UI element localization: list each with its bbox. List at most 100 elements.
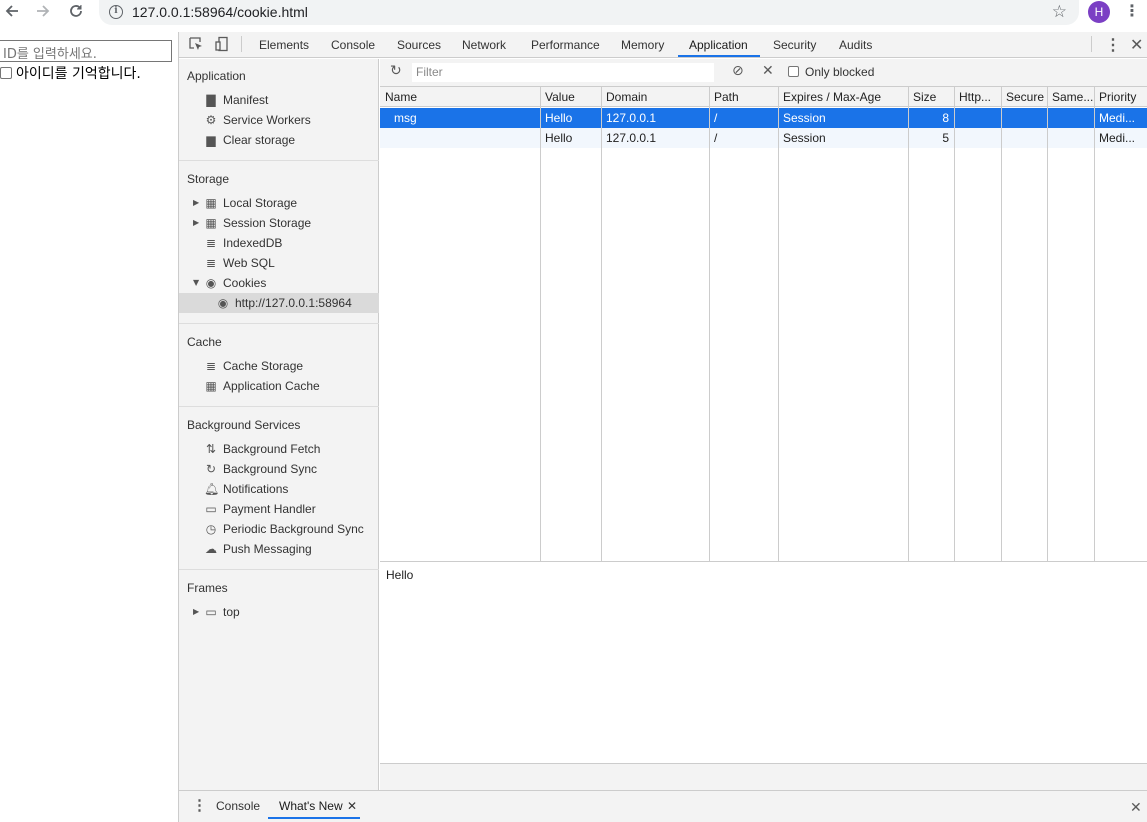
- sidebar-item-service-workers[interactable]: ⚙ Service Workers: [204, 110, 311, 130]
- reload-icon[interactable]: [65, 2, 87, 24]
- database-icon: ≣: [205, 359, 217, 373]
- sidebar-item-cookie-origin[interactable]: ◉ http://127.0.0.1:58964: [216, 293, 352, 313]
- drawer-tab-whats-new[interactable]: What's New: [279, 799, 343, 813]
- clock-icon: ◷: [205, 522, 217, 536]
- devtools-menu-icon[interactable]: ⋮: [1105, 35, 1121, 55]
- gear-icon: ⚙: [205, 113, 217, 127]
- bookmark-star-icon[interactable]: ☆: [1052, 2, 1067, 22]
- column-header-secure[interactable]: Secure: [1001, 87, 1047, 107]
- trash-icon: ▆: [206, 133, 216, 147]
- column-header-name[interactable]: Name: [380, 87, 540, 107]
- column-divider[interactable]: [1001, 87, 1002, 562]
- sidebar-item-notifications[interactable]: 🔔︎ Notifications: [204, 479, 288, 499]
- sidebar-item-session-storage[interactable]: ▦ Session Storage: [204, 213, 311, 233]
- column-divider[interactable]: [1047, 87, 1048, 562]
- column-header-httponly[interactable]: Http...: [954, 87, 1001, 107]
- cookie-httponly-cell: [954, 108, 1001, 128]
- tab-console[interactable]: Console: [331, 38, 375, 52]
- sidebar-divider: [179, 323, 379, 324]
- collapse-arrow-icon[interactable]: ▼: [193, 273, 199, 293]
- delete-selected-icon[interactable]: ✕: [762, 63, 774, 79]
- column-divider[interactable]: [778, 87, 779, 562]
- cookie-size-cell: 8: [942, 111, 949, 125]
- tab-application[interactable]: Application: [689, 38, 748, 52]
- column-header-domain[interactable]: Domain: [601, 87, 709, 107]
- table-row[interactable]: Hello 127.0.0.1 / Session 5 Medi...: [380, 128, 1147, 148]
- column-divider[interactable]: [954, 87, 955, 562]
- cookie-icon: ◉: [205, 276, 217, 290]
- sidebar-item-application-cache[interactable]: ▦ Application Cache: [204, 376, 319, 396]
- sidebar-item-cache-storage[interactable]: ≣ Cache Storage: [204, 356, 303, 376]
- clear-all-icon[interactable]: ⊘: [732, 63, 744, 79]
- application-sidebar: Application ▇ Manifest ⚙ Service Workers ▆…: [179, 59, 379, 790]
- cookie-secure-cell: [1001, 108, 1047, 128]
- column-header-size[interactable]: Size: [908, 87, 954, 107]
- forward-arrow-icon[interactable]: [32, 2, 54, 24]
- cookie-samesite-cell: [1047, 108, 1094, 128]
- column-header-expires[interactable]: Expires / Max-Age: [778, 87, 908, 107]
- id-input[interactable]: ID를 입력하세요.: [0, 40, 172, 62]
- expand-arrow-icon[interactable]: ▶: [193, 193, 199, 213]
- column-header-priority[interactable]: Priority: [1094, 87, 1147, 107]
- close-drawer-icon[interactable]: ✕: [1130, 799, 1142, 816]
- tab-security[interactable]: Security: [773, 38, 816, 52]
- column-header-samesite[interactable]: Same...: [1047, 87, 1094, 107]
- frames-heading: Frames: [187, 581, 228, 595]
- tab-memory[interactable]: Memory: [621, 38, 664, 52]
- column-divider[interactable]: [601, 87, 602, 562]
- grid-icon: ▦: [205, 379, 217, 393]
- table-row[interactable]: msg Hello 127.0.0.1 / Session 8 Medi...: [380, 108, 1147, 128]
- tab-performance[interactable]: Performance: [531, 38, 600, 52]
- address-bar[interactable]: i 127.0.0.1:58964/cookie.html ☆: [99, 0, 1079, 25]
- sidebar-item-local-storage[interactable]: ▦ Local Storage: [204, 193, 297, 213]
- only-blocked-checkbox[interactable]: [788, 66, 799, 77]
- url-text[interactable]: 127.0.0.1:58964/cookie.html: [132, 4, 308, 20]
- column-divider[interactable]: [908, 87, 909, 562]
- up-down-arrows-icon: ⇅: [205, 442, 217, 456]
- close-drawer-tab-icon[interactable]: ✕: [347, 799, 357, 813]
- column-header-value[interactable]: Value: [540, 87, 601, 107]
- tab-audits[interactable]: Audits: [839, 38, 872, 52]
- sidebar-item-background-fetch[interactable]: ⇅ Background Fetch: [204, 439, 320, 459]
- grid-icon: ▦: [205, 196, 217, 210]
- cookie-table: Name Value Domain Path Expires / Max-Age…: [380, 87, 1147, 562]
- drawer-tab-console[interactable]: Console: [216, 799, 260, 813]
- cookie-expires-cell: Session: [783, 111, 826, 125]
- column-divider[interactable]: [1094, 87, 1095, 562]
- column-header-path[interactable]: Path: [709, 87, 778, 107]
- back-arrow-icon[interactable]: [1, 2, 23, 24]
- sidebar-item-background-sync[interactable]: ↻ Background Sync: [204, 459, 317, 479]
- active-tab-indicator: [678, 55, 760, 57]
- sidebar-item-clear-storage[interactable]: ▆ Clear storage: [204, 130, 295, 150]
- sidebar-item-periodic-background-sync[interactable]: ◷ Periodic Background Sync: [204, 519, 364, 539]
- cookies-panel: ↻ Filter ⊘ ✕ Only blocked Name Value Dom…: [380, 59, 1147, 790]
- filter-input[interactable]: Filter: [412, 63, 714, 82]
- browser-menu-icon[interactable]: ⋮: [1124, 1, 1140, 23]
- expand-arrow-icon[interactable]: ▶: [193, 602, 199, 622]
- tab-elements[interactable]: Elements: [259, 38, 309, 52]
- sidebar-item-frame-top[interactable]: ▭ top: [204, 602, 239, 622]
- profile-avatar[interactable]: H: [1088, 1, 1110, 23]
- drawer-menu-icon[interactable]: ⋮: [192, 796, 207, 814]
- sidebar-item-payment-handler[interactable]: ▭ Payment Handler: [204, 499, 315, 519]
- column-divider[interactable]: [709, 87, 710, 562]
- expand-arrow-icon[interactable]: ▶: [193, 213, 199, 233]
- info-icon[interactable]: i: [109, 5, 123, 19]
- remember-id-label: 아이디를 기억합니다.: [16, 66, 141, 82]
- sidebar-item-cookies[interactable]: ◉ Cookies: [204, 273, 267, 293]
- tab-network[interactable]: Network: [462, 38, 506, 52]
- close-devtools-icon[interactable]: ✕: [1130, 35, 1143, 55]
- inspect-element-icon[interactable]: [188, 36, 206, 54]
- device-toolbar-icon[interactable]: [214, 36, 232, 54]
- only-blocked-toggle[interactable]: Only blocked: [788, 65, 874, 79]
- sidebar-item-push-messaging[interactable]: ☁ Push Messaging: [204, 539, 312, 559]
- sidebar-item-manifest[interactable]: ▇ Manifest: [204, 90, 268, 110]
- database-icon: ≣: [205, 256, 217, 270]
- sidebar-item-indexeddb[interactable]: ≣ IndexedDB: [204, 233, 282, 253]
- refresh-icon[interactable]: ↻: [390, 63, 402, 79]
- preview-footer: [380, 763, 1147, 790]
- tab-sources[interactable]: Sources: [397, 38, 441, 52]
- remember-id-checkbox[interactable]: [0, 67, 12, 79]
- column-divider[interactable]: [540, 87, 541, 562]
- sidebar-item-web-sql[interactable]: ≣ Web SQL: [204, 253, 275, 273]
